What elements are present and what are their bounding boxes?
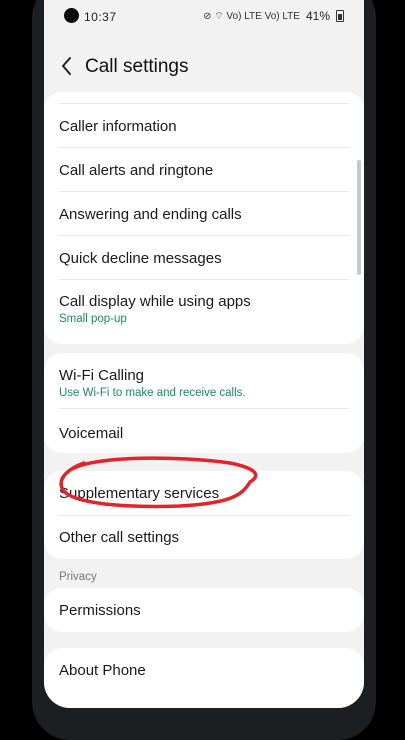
other-call-settings-item[interactable]: Other call settings	[59, 529, 349, 546]
item-label: Voicemail	[59, 425, 124, 442]
item-sublabel: Use Wi-Fi to make and receive calls.	[59, 387, 246, 399]
settings-card-about: About Phone	[44, 648, 364, 708]
settings-card-general: Caller information Call alerts and ringt…	[44, 92, 364, 344]
divider	[59, 515, 349, 516]
battery-percent: 41%	[305, 9, 330, 23]
item-sublabel: Small pop-up	[59, 313, 127, 325]
status-right: ⊘ ⌔ Vo) LTE Vo) LTE 41%	[203, 9, 344, 23]
header: Call settings	[44, 48, 364, 88]
quick-decline-item[interactable]: Quick decline messages	[59, 250, 349, 267]
status-time: 10:37	[84, 10, 117, 24]
settings-card-more: Supplementary services Other call settin…	[44, 471, 364, 559]
scrollbar[interactable]	[357, 160, 361, 275]
wifi-calling-item[interactable]: Wi-Fi Calling Use Wi-Fi to make and rece…	[59, 367, 349, 399]
page-title: Call settings	[85, 56, 189, 77]
caller-information-item[interactable]: Caller information	[59, 118, 349, 135]
privacy-section-label: Privacy	[59, 571, 97, 583]
item-label: Call alerts and ringtone	[59, 162, 214, 179]
divider	[59, 408, 349, 409]
item-label: Answering and ending calls	[59, 206, 242, 223]
divider	[59, 279, 349, 280]
item-label: Other call settings	[59, 529, 180, 546]
voicemail-item[interactable]: Voicemail	[59, 425, 349, 442]
settings-card-privacy: Permissions	[44, 588, 364, 632]
chevron-left-icon	[62, 57, 71, 75]
back-button[interactable]	[58, 54, 76, 78]
item-label: Caller information	[59, 118, 177, 135]
about-phone-item[interactable]: About Phone	[59, 662, 349, 679]
call-display-item[interactable]: Call display while using apps Small pop-…	[59, 293, 349, 325]
item-label: Call display while using apps	[59, 293, 251, 310]
call-alerts-item[interactable]: Call alerts and ringtone	[59, 162, 349, 179]
screen: 10:37 ⊘ ⌔ Vo) LTE Vo) LTE 41% Call setti…	[44, 0, 364, 708]
divider	[59, 147, 349, 148]
divider	[59, 191, 349, 192]
item-label: About Phone	[59, 662, 146, 679]
divider	[59, 235, 349, 236]
item-label: Supplementary services	[59, 485, 220, 502]
permissions-item[interactable]: Permissions	[59, 602, 349, 619]
supplementary-services-item[interactable]: Supplementary services	[59, 485, 349, 502]
battery-icon	[336, 10, 344, 22]
status-bar: 10:37 ⊘ ⌔ Vo) LTE Vo) LTE 41%	[44, 0, 364, 32]
answering-ending-item[interactable]: Answering and ending calls	[59, 206, 349, 223]
item-label: Quick decline messages	[59, 250, 222, 267]
settings-card-calling: Wi-Fi Calling Use Wi-Fi to make and rece…	[44, 353, 364, 453]
signal-icons: ⊘ ⌔ Vo) LTE Vo) LTE	[203, 10, 300, 22]
item-label: Wi-Fi Calling	[59, 367, 145, 384]
item-label: Permissions	[59, 602, 141, 619]
front-camera	[64, 8, 79, 23]
divider	[59, 103, 349, 104]
